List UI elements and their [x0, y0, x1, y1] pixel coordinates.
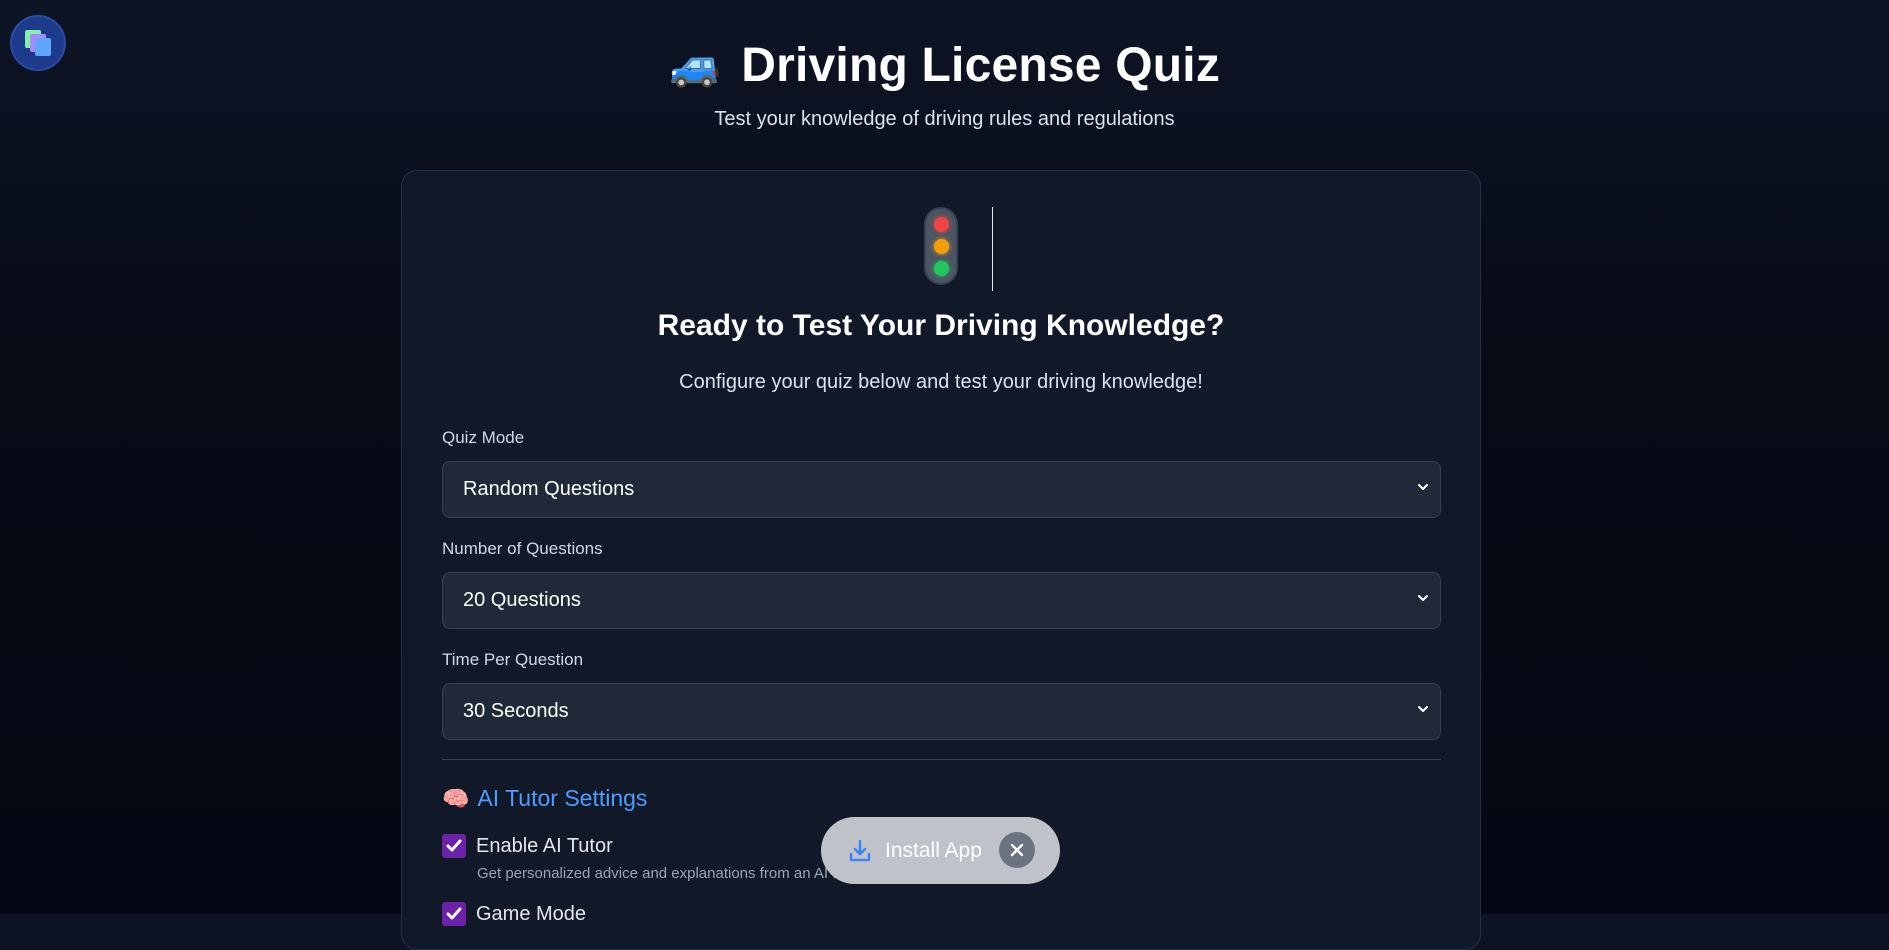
enable-ai-tutor-checkbox[interactable]	[442, 834, 466, 858]
close-icon	[1010, 843, 1024, 857]
chevron-down-icon	[1418, 706, 1428, 712]
close-install-button[interactable]	[999, 832, 1035, 868]
question-count-label: Number of Questions	[442, 539, 603, 558]
chevron-down-icon	[1418, 484, 1428, 490]
quiz-mode-label: Quiz Mode	[442, 428, 525, 447]
game-mode-option[interactable]: Game Mode	[442, 902, 586, 926]
check-icon	[446, 839, 462, 852]
enable-ai-tutor-label: Enable AI Tutor	[476, 834, 613, 857]
card-heading: Ready to Test Your Driving Knowledge?	[657, 309, 1225, 342]
ai-tutor-header: 🧠 AI Tutor Settings	[442, 785, 647, 812]
ai-tutor-title: AI Tutor Settings	[477, 785, 648, 811]
quiz-mode-value: Random Questions	[463, 478, 635, 500]
time-per-question-value: 30 Seconds	[463, 700, 569, 722]
page-subtitle: Test your knowledge of driving rules and…	[714, 108, 1175, 130]
install-app-label: Install App	[885, 838, 982, 862]
time-per-question-select[interactable]: 30 Seconds	[442, 683, 1441, 740]
enable-ai-tutor-hint: Get personalized advice and explanations…	[477, 865, 863, 882]
car-icon: 🚙	[668, 41, 722, 88]
card-intro: Configure your quiz below and test your …	[679, 371, 1203, 393]
game-mode-label: Game Mode	[476, 902, 587, 925]
download-icon	[849, 839, 871, 861]
text-cursor	[992, 207, 993, 291]
time-per-question-label: Time Per Question	[442, 650, 584, 669]
game-mode-checkbox[interactable]	[442, 902, 466, 926]
section-divider	[442, 759, 1441, 760]
page-title: Driving License Quiz	[741, 38, 1221, 92]
quiz-mode-select[interactable]: Random Questions	[442, 461, 1441, 518]
question-count-value: 20 Questions	[463, 589, 581, 611]
question-count-select[interactable]: 20 Questions	[442, 572, 1441, 629]
chevron-down-icon	[1418, 595, 1428, 601]
enable-ai-tutor-option[interactable]: Enable AI Tutor	[442, 834, 613, 858]
traffic-light-icon	[924, 207, 958, 285]
page-header: 🚙 Driving License Quiz Test your knowled…	[0, 34, 1889, 131]
check-icon	[446, 907, 462, 920]
brain-icon: 🧠	[442, 785, 470, 811]
